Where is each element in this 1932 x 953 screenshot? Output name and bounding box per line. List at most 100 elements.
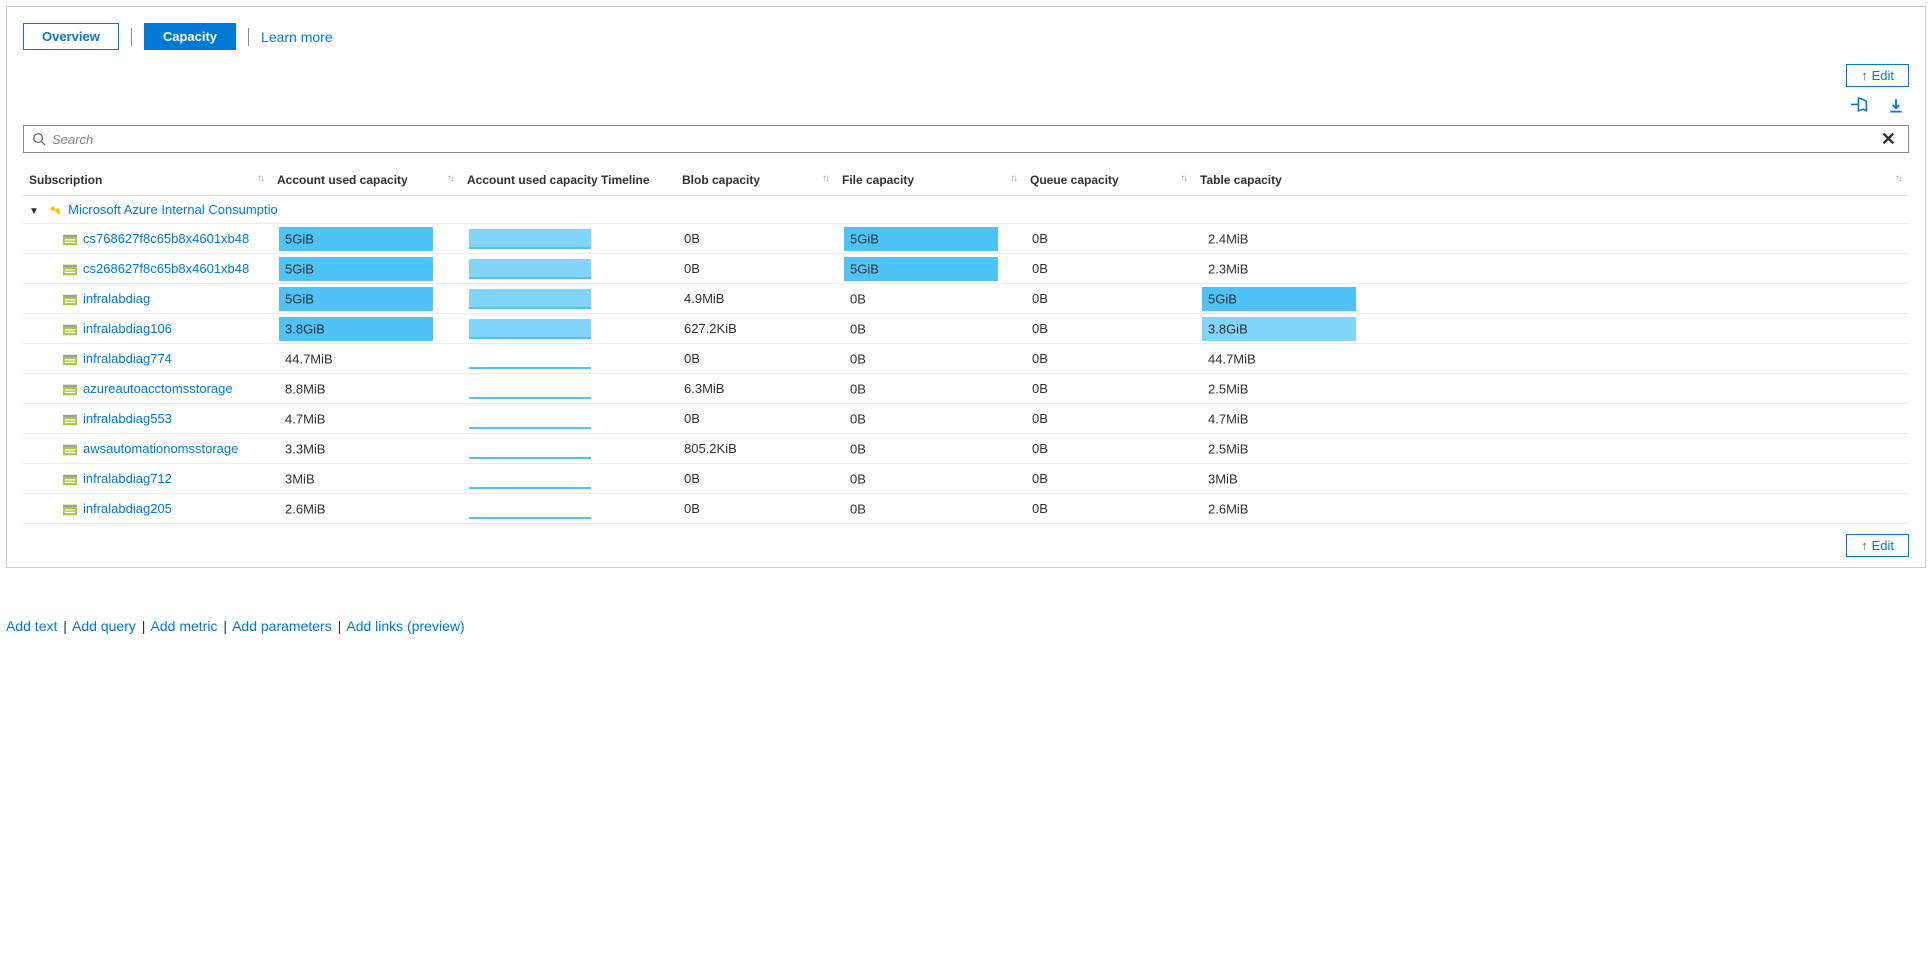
table-capacity-value: 4.7MiB — [1208, 411, 1248, 426]
col-timeline[interactable]: Account used capacity Timeline — [461, 167, 676, 196]
storage-icon — [63, 384, 77, 396]
edit-label: Edit — [1872, 68, 1894, 83]
timeline-sparkline — [469, 259, 591, 279]
storage-icon — [63, 354, 77, 366]
timeline-sparkline — [469, 289, 591, 309]
storage-account-link[interactable]: azureautoacctomsstorage — [83, 381, 233, 396]
storage-icon — [63, 444, 77, 456]
col-file[interactable]: File capacity↑↓ — [836, 167, 1024, 196]
key-icon — [49, 205, 61, 217]
storage-icon — [63, 474, 77, 486]
table-capacity-value: 3MiB — [1208, 471, 1238, 486]
up-arrow-icon: ↑ — [1861, 68, 1868, 83]
storage-account-link[interactable]: infralabdiag205 — [83, 501, 172, 516]
table-row: cs268627f8c65b8x4601xb485GiB0B5GiB0B2.3M… — [23, 254, 1909, 284]
table-capacity-value: 2.5MiB — [1208, 381, 1248, 396]
search-input[interactable] — [46, 126, 1877, 152]
col-table[interactable]: Table capacity↑↓ — [1194, 167, 1909, 196]
blob-capacity-value: 0B — [684, 351, 700, 366]
col-queue[interactable]: Queue capacity↑↓ — [1024, 167, 1194, 196]
clear-icon[interactable]: ✕ — [1877, 129, 1900, 150]
used-capacity-value: 5GiB — [285, 291, 314, 306]
table-capacity-value: 5GiB — [1208, 291, 1237, 306]
used-capacity-value: 5GiB — [285, 261, 314, 276]
storage-account-link[interactable]: infralabdiag712 — [83, 471, 172, 486]
table-row: infralabdiag5GiB4.9MiB0B0B5GiB — [23, 284, 1909, 314]
table-row: infralabdiag553 4.7MiB 0B 0B 0B 4.7MiB — [23, 404, 1909, 434]
storage-account-link[interactable]: awsautomationomsstorage — [83, 441, 238, 456]
queue-capacity-value: 0B — [1032, 351, 1048, 366]
edit-row: ↑ Edit — [23, 64, 1909, 87]
queue-capacity-value: 0B — [1032, 381, 1048, 396]
add-links-preview-link[interactable]: Add links (preview) — [346, 618, 464, 634]
timeline-sparkline — [469, 469, 591, 489]
add-parameters-link[interactable]: Add parameters — [232, 618, 332, 634]
file-capacity-value: 0B — [850, 441, 866, 456]
used-capacity-value: 3.3MiB — [285, 441, 325, 456]
learn-more-link[interactable]: Learn more — [261, 29, 333, 45]
add-query-link[interactable]: Add query — [72, 618, 136, 634]
pin-icon[interactable] — [1851, 97, 1869, 115]
used-capacity-value: 3MiB — [285, 471, 315, 486]
sort-icon: ↑↓ — [822, 173, 828, 184]
table-row: infralabdiag1063.8GiB627.2KiB0B0B3.8GiB — [23, 314, 1909, 344]
edit-button[interactable]: ↑ Edit — [1846, 64, 1909, 87]
edit-button-bottom[interactable]: ↑ Edit — [1846, 534, 1909, 557]
used-capacity-value: 5GiB — [285, 231, 314, 246]
add-text-link[interactable]: Add text — [6, 618, 57, 634]
table-row: awsautomationomsstorage 3.3MiB 805.2KiB 0B 0… — [23, 434, 1909, 464]
tab-capacity[interactable]: Capacity — [144, 23, 236, 50]
workbook-panel: Overview Capacity Learn more ↑ Edit ✕ Su… — [6, 6, 1926, 568]
search-box[interactable]: ✕ — [23, 125, 1909, 153]
storage-account-link[interactable]: infralabdiag774 — [83, 351, 172, 366]
file-capacity-value: 0B — [850, 411, 866, 426]
queue-capacity-value: 0B — [1032, 411, 1048, 426]
timeline-sparkline — [469, 349, 591, 369]
file-capacity-value: 0B — [850, 321, 866, 336]
storage-account-link[interactable]: infralabdiag106 — [83, 321, 172, 336]
timeline-sparkline — [469, 229, 591, 249]
download-icon[interactable] — [1887, 97, 1905, 115]
timeline-sparkline — [469, 439, 591, 459]
table-capacity-value: 2.3MiB — [1208, 261, 1248, 276]
col-used[interactable]: Account used capacity↑↓ — [271, 167, 461, 196]
add-metric-link[interactable]: Add metric — [151, 618, 218, 634]
search-icon — [32, 132, 46, 146]
chevron-down-icon: ▼ — [29, 206, 39, 217]
sort-icon: ↑↓ — [1010, 173, 1016, 184]
storage-account-link[interactable]: infralabdiag — [83, 291, 150, 306]
table-capacity-value: 2.4MiB — [1208, 231, 1248, 246]
table-row: infralabdiag77444.7MiB0B0B0B44.7MiB — [23, 344, 1909, 374]
file-capacity-value: 5GiB — [850, 261, 879, 276]
file-capacity-value: 0B — [850, 501, 866, 516]
storage-icon — [63, 294, 77, 306]
table-capacity-value: 44.7MiB — [1208, 351, 1256, 366]
blob-capacity-value: 0B — [684, 411, 700, 426]
sort-icon: ↑↓ — [447, 173, 453, 184]
storage-icon — [63, 324, 77, 336]
storage-icon — [63, 264, 77, 276]
sort-icon: ↑↓ — [1895, 173, 1901, 184]
queue-capacity-value: 0B — [1032, 441, 1048, 456]
tab-divider — [131, 28, 132, 46]
group-row[interactable]: ▼ Microsoft Azure Internal Consumptio — [23, 196, 1909, 224]
col-subscription[interactable]: Subscription↑↓ — [23, 167, 271, 196]
blob-capacity-value: 805.2KiB — [684, 441, 737, 456]
storage-account-link[interactable]: infralabdiag553 — [83, 411, 172, 426]
timeline-sparkline — [469, 379, 591, 399]
file-capacity-value: 0B — [850, 351, 866, 366]
table-row: infralabdiag7123MiB0B0B0B3MiB — [23, 464, 1909, 494]
timeline-sparkline — [469, 319, 591, 339]
used-capacity-value: 4.7MiB — [285, 411, 325, 426]
timeline-sparkline — [469, 409, 591, 429]
queue-capacity-value: 0B — [1032, 261, 1048, 276]
tab-overview[interactable]: Overview — [23, 23, 119, 50]
capacity-table: Subscription↑↓ Account used capacity↑↓ A… — [23, 167, 1909, 524]
blob-capacity-value: 0B — [684, 471, 700, 486]
col-blob[interactable]: Blob capacity↑↓ — [676, 167, 836, 196]
table-row: infralabdiag2052.6MiB0B0B0B2.6MiB — [23, 494, 1909, 524]
group-name[interactable]: Microsoft Azure Internal Consumptio — [68, 202, 278, 217]
storage-account-link[interactable]: cs768627f8c65b8x4601xb48 — [83, 231, 249, 246]
storage-account-link[interactable]: cs268627f8c65b8x4601xb48 — [83, 261, 249, 276]
file-capacity-value: 0B — [850, 471, 866, 486]
